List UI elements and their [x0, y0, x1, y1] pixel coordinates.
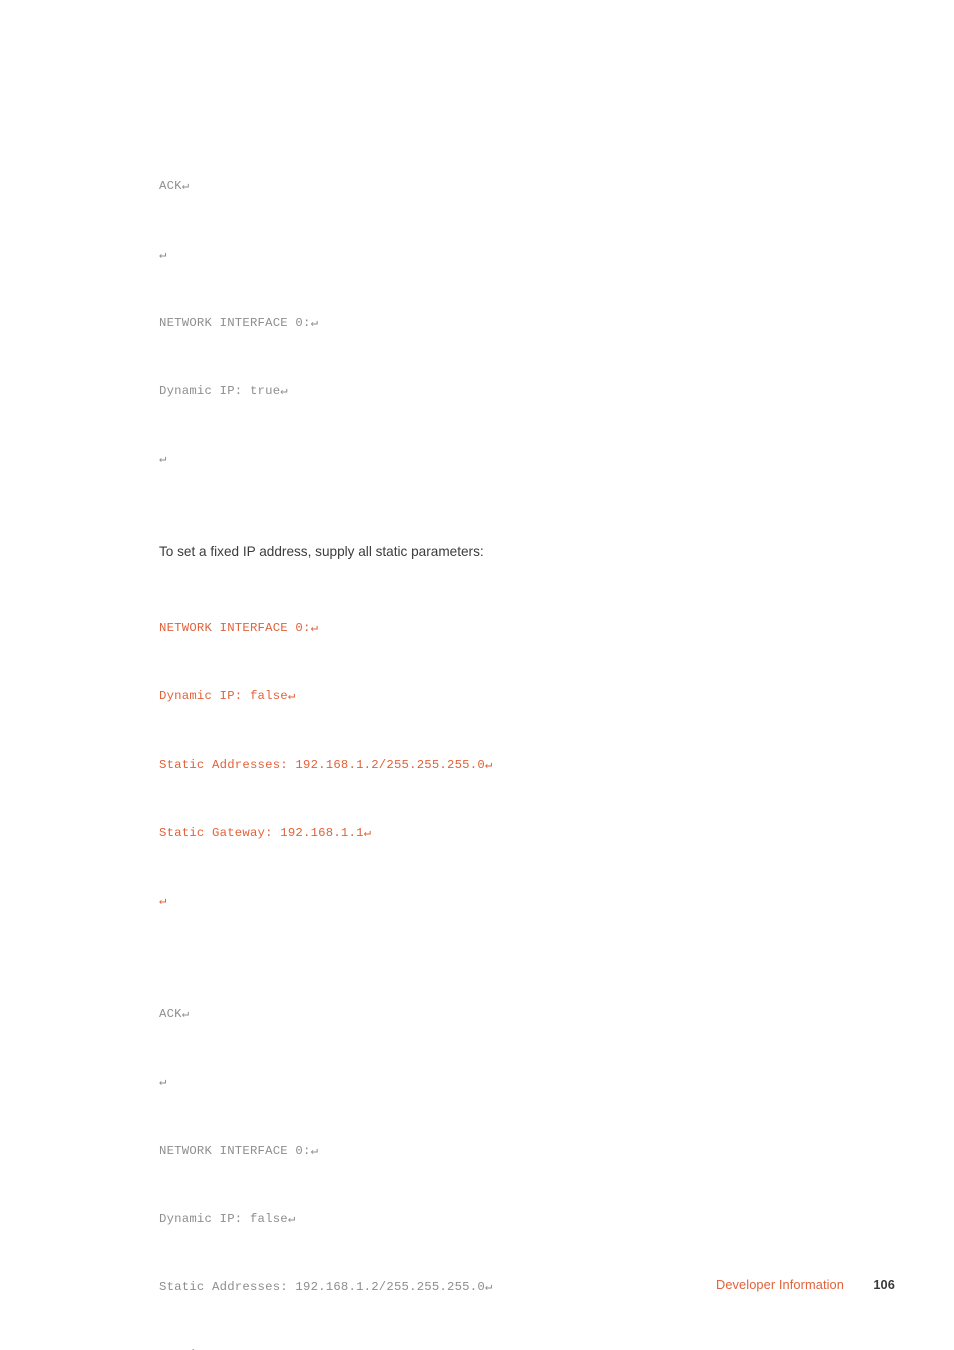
code-line: Dynamic IP: false↵ — [159, 1211, 296, 1226]
code-block-static-request: NETWORK INTERFACE 0:↵ Dynamic IP: false↵… — [159, 572, 889, 958]
code-line: ↵ — [159, 1075, 167, 1090]
code-line: ACK↵ — [159, 179, 190, 194]
page-content: ACK↵ ↵ NETWORK INTERFACE 0:↵ Dynamic IP:… — [159, 130, 889, 1350]
code-line: Dynamic IP: false↵ — [159, 689, 296, 704]
code-line: NETWORK INTERFACE 0:↵ — [159, 621, 319, 636]
static-params-intro-paragraph: To set a fixed IP address, supply all st… — [159, 543, 484, 559]
code-line: NETWORK INTERFACE 0:↵ — [159, 1143, 319, 1158]
code-line: ↵ — [159, 451, 167, 466]
footer-page-number: 106 — [873, 1277, 895, 1292]
code-line: Static Gateway: 192.168.1.1↵ — [159, 825, 372, 840]
code-line: ↵ — [159, 893, 167, 908]
code-block-dynamic-response: ACK↵ ↵ NETWORK INTERFACE 0:↵ Dynamic IP:… — [159, 130, 889, 516]
code-line: NETWORK INTERFACE 0:↵ — [159, 315, 319, 330]
footer-section-label: Developer Information — [715, 1277, 844, 1292]
code-line: ACK↵ — [159, 1007, 190, 1022]
code-line: Static Gateway: 192.168.1.1↵ — [159, 1344, 889, 1350]
code-line: Static Addresses: 192.168.1.2/255.255.25… — [159, 757, 493, 772]
code-line: ↵ — [159, 247, 167, 262]
code-line: Dynamic IP: true↵ — [159, 383, 288, 398]
document-page: ACK↵ ↵ NETWORK INTERFACE 0:↵ Dynamic IP:… — [0, 0, 954, 1350]
page-footer: Developer Information 106 — [0, 1277, 954, 1297]
